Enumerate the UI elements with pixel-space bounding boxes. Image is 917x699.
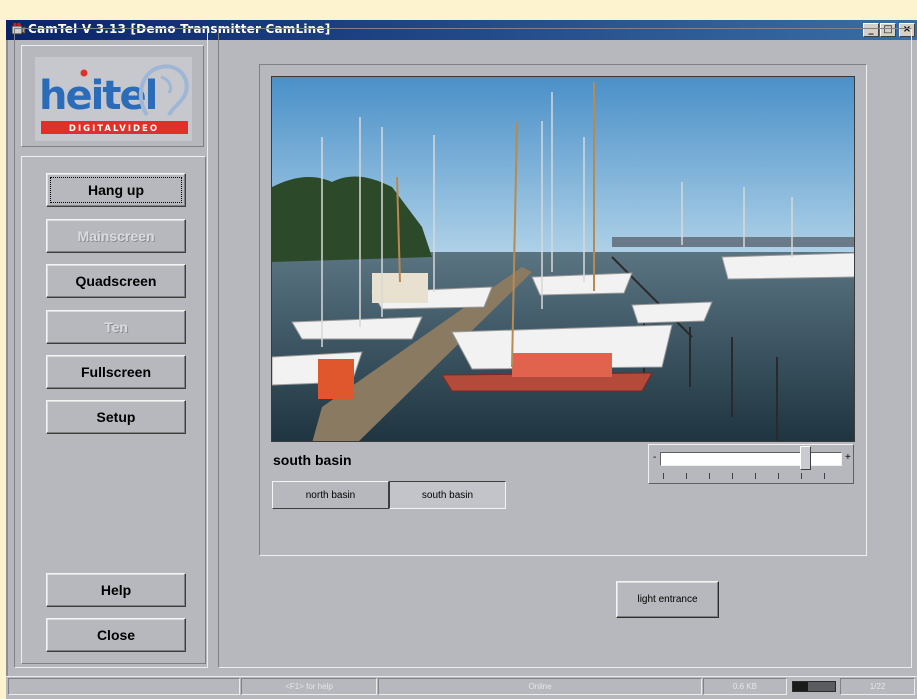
heitel-logo: heitel DIGITALVIDEO [35,57,192,141]
light-entrance-button[interactable]: light entrance [616,581,719,618]
status-counter: 1/22 [840,678,915,695]
ten-button[interactable]: Ten [46,310,186,344]
south-basin-button[interactable]: south basin [389,481,506,509]
slider-tick [801,473,802,479]
status-data-size: 0.6 KB [703,678,787,695]
slider-tick [686,473,687,479]
mainscreen-button[interactable]: Mainscreen [46,219,186,253]
quadscreen-button[interactable]: Quadscreen [46,264,186,298]
slider-track[interactable] [660,452,842,466]
status-help-hint: <F1> for help [241,678,377,695]
slider-thumb[interactable] [800,446,811,470]
svg-text:heitel: heitel [39,73,156,119]
status-connection: Online [378,678,702,695]
setup-button[interactable]: Setup [46,400,186,434]
svg-text:DIGITALVIDEO: DIGITALVIDEO [69,124,159,134]
slider-tick [755,473,756,479]
slider-tick [732,473,733,479]
slider-tick [824,473,825,479]
hang-up-button[interactable]: Hang up [46,173,186,207]
status-meter [792,681,836,692]
north-basin-button[interactable]: north basin [272,481,389,509]
slider-tick [663,473,664,479]
status-meter-fill [793,682,808,691]
slider-minus-label: - [653,452,657,463]
camera-video-feed[interactable] [271,76,855,442]
slider-plus-label: + [845,452,851,463]
fullscreen-button[interactable]: Fullscreen [46,355,186,389]
camera-name-label: south basin [273,452,352,468]
slider-tick [709,473,710,479]
slider-tick [778,473,779,479]
close-button[interactable]: Close [46,618,186,652]
status-cell-empty [8,678,240,695]
help-button[interactable]: Help [46,573,186,607]
